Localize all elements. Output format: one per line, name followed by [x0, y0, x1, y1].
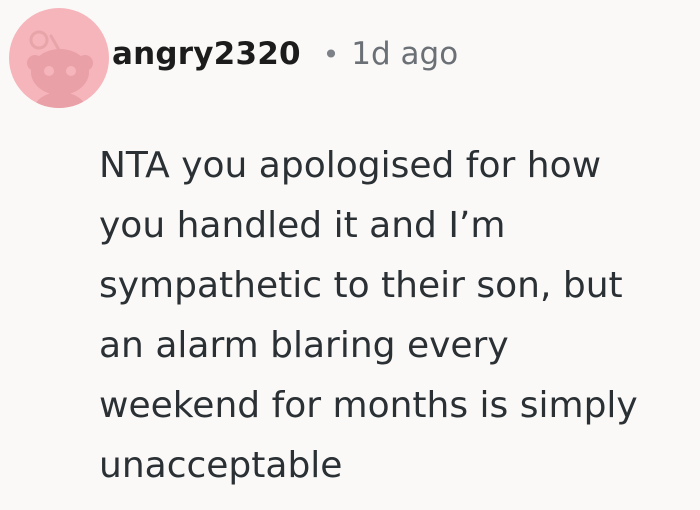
comment: angry2320 • 1d ago NTA you apologised fo…	[0, 0, 700, 510]
comment-line: you handled it and I’m	[99, 205, 506, 246]
comment-line: NTA you apologised for how	[99, 145, 602, 186]
reddit-snoo-avatar-icon	[27, 30, 93, 108]
avatar[interactable]	[9, 8, 109, 108]
comment-line: sympathetic to their son, but	[99, 265, 623, 306]
comment-line: unacceptable	[99, 445, 343, 486]
comment-line: weekend for months is simply	[99, 385, 638, 426]
comment-body: NTA you apologised for how you handled i…	[99, 136, 689, 496]
timestamp[interactable]: 1d ago	[351, 36, 458, 72]
username[interactable]: angry2320	[112, 36, 301, 72]
comment-header: angry2320 • 1d ago	[112, 30, 458, 78]
separator-dot: •	[322, 37, 340, 71]
comment-line: an alarm blaring every	[99, 325, 509, 366]
